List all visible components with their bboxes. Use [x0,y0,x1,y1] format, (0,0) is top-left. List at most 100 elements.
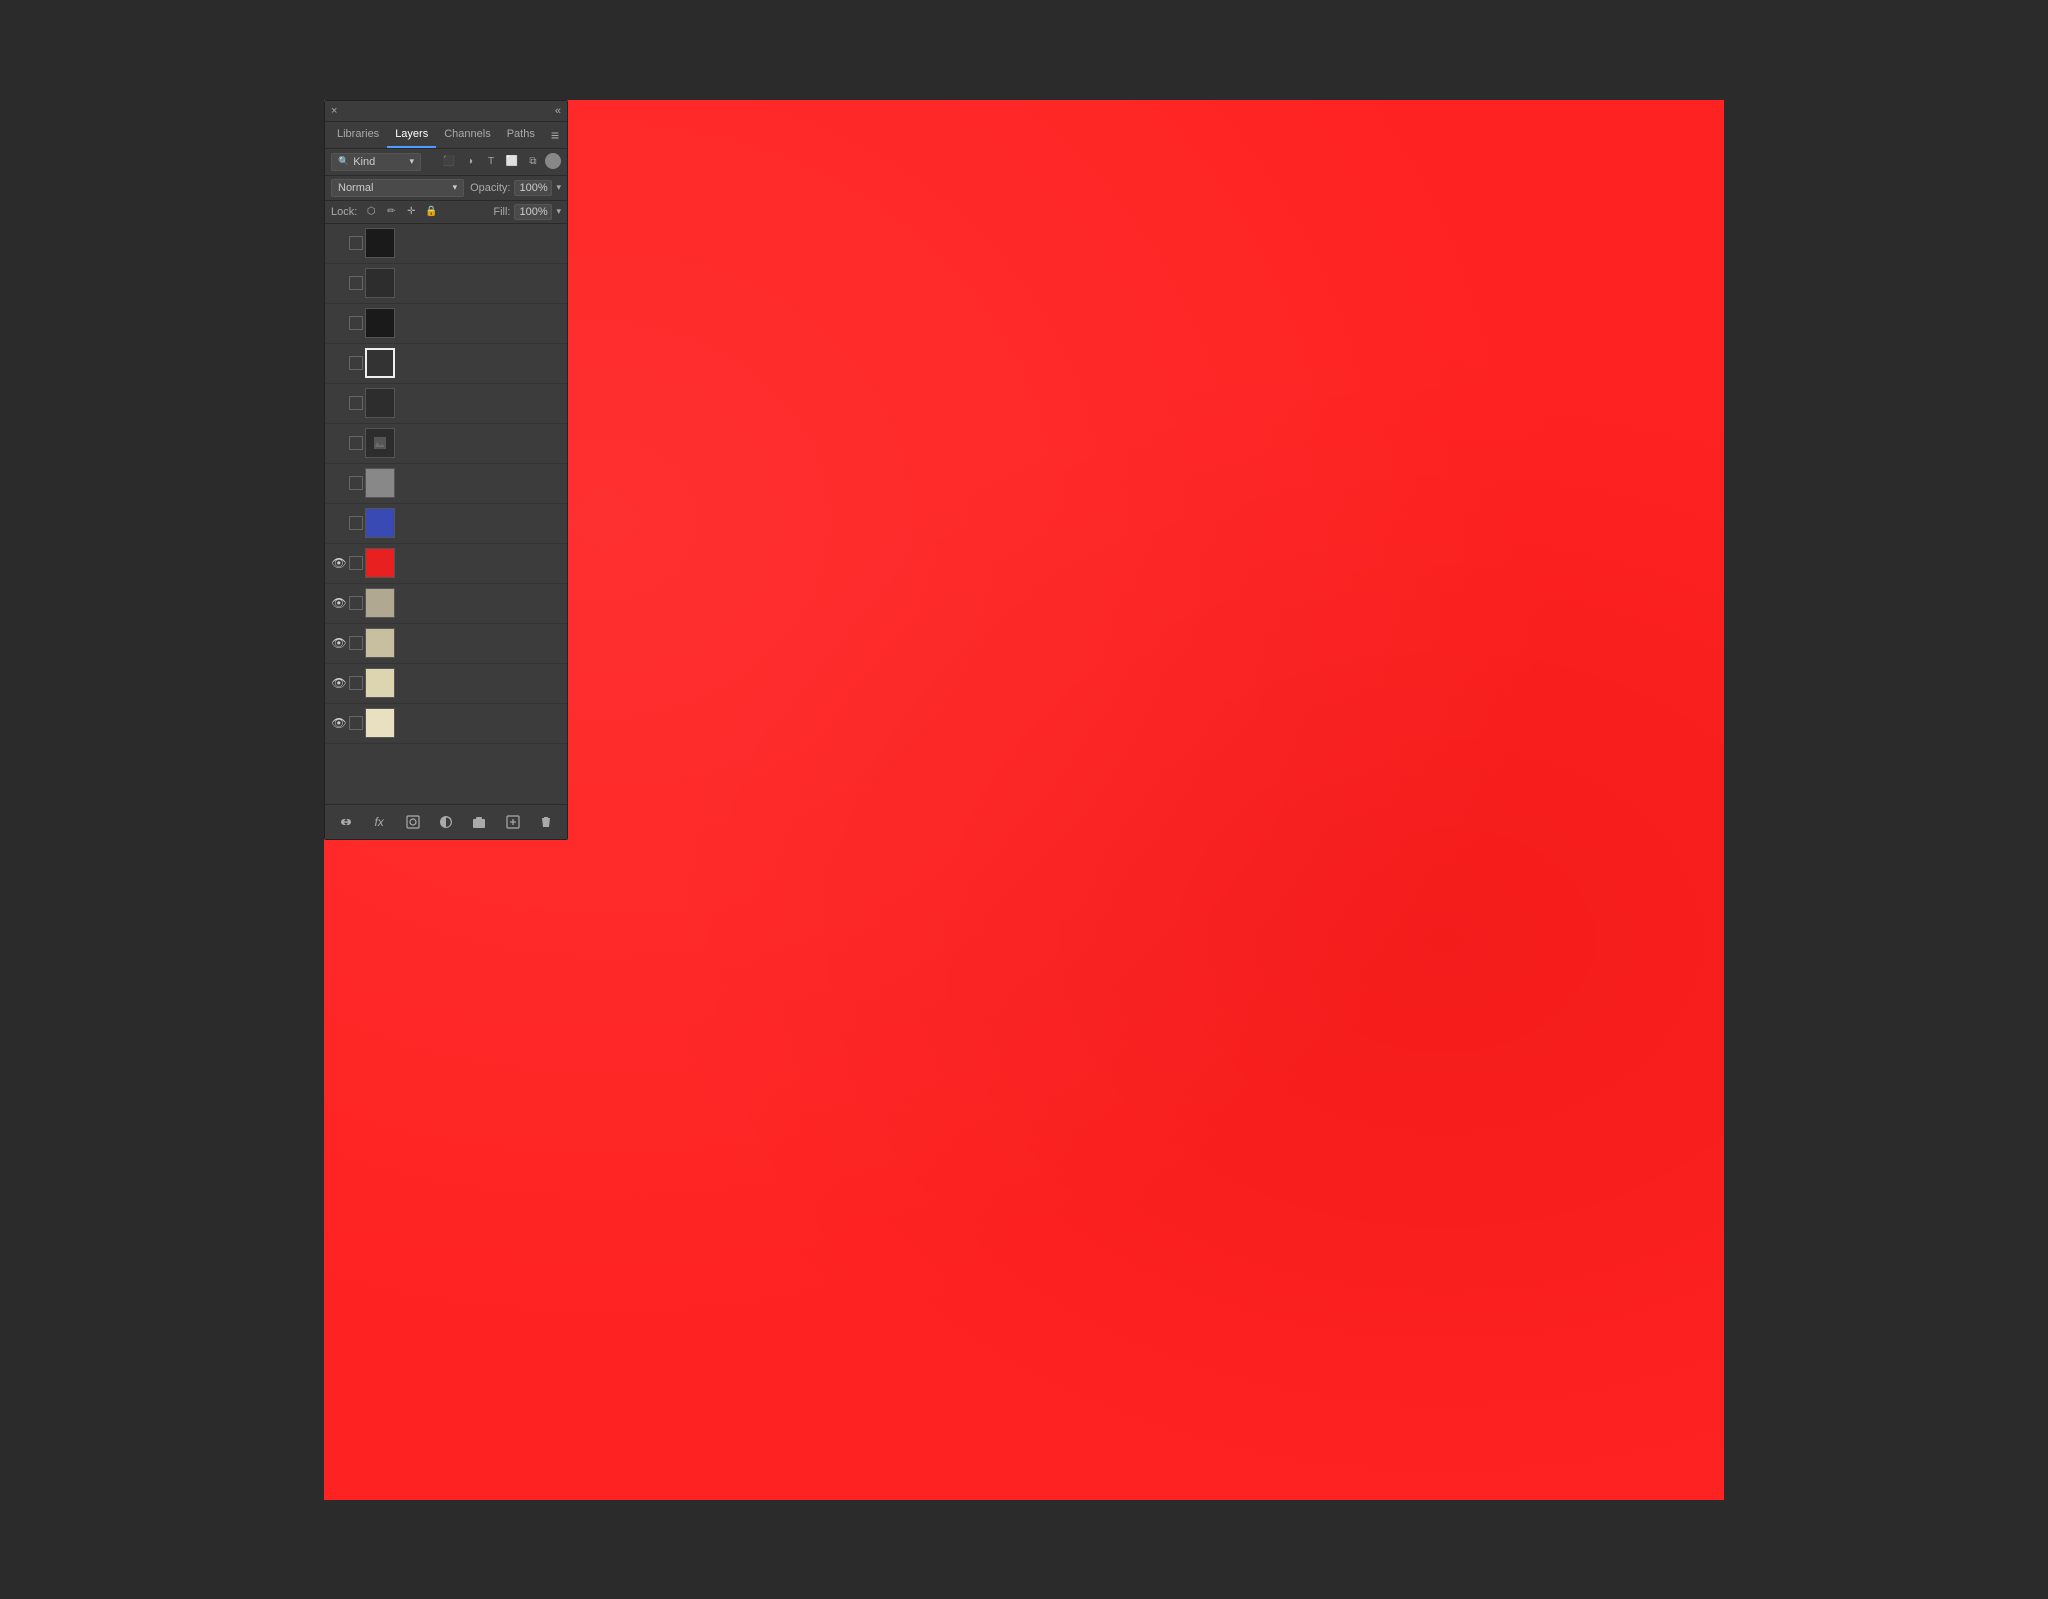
lock-label: Lock: [331,206,357,218]
layer-thumbnail [365,668,395,698]
layer-checkbox[interactable] [349,476,363,490]
panel-collapse-button[interactable]: « [555,105,561,117]
panel-close-button[interactable]: × [331,105,337,117]
layer-visibility-toggle[interactable]: 👁 [329,713,349,733]
layer-thumbnail [365,428,395,458]
layer-thumbnail [365,708,395,738]
layer-checkbox[interactable] [349,556,363,570]
tab-libraries[interactable]: Libraries [329,122,387,148]
layer-checkbox[interactable] [349,276,363,290]
layer-thumbnail [365,548,395,578]
opacity-chevron: ▾ [556,182,561,193]
layer-visibility-toggle[interactable]: 👁 [329,593,349,613]
layer-row[interactable] [325,224,567,264]
layer-checkbox[interactable] [349,236,363,250]
lock-row: Lock: ⬡ ✏ ✛ 🔒 Fill: 100% ▾ [325,201,567,224]
layer-row[interactable] [325,504,567,544]
kind-filter-select[interactable]: 🔍 Kind ▾ [331,153,421,171]
filter-row: 🔍 Kind ▾ ⬛ ◑ T ⬜ ⧉ [325,149,567,176]
layer-visibility-toggle[interactable] [329,513,349,533]
layer-thumbnail [365,388,395,418]
filter-shape-icon[interactable]: ⬜ [503,153,521,171]
fill-chevron: ▾ [556,206,561,217]
layer-row[interactable] [325,304,567,344]
fill-label: Fill: [493,206,510,218]
layer-visibility-toggle[interactable] [329,313,349,333]
panel-menu-button[interactable]: ≡ [547,123,563,147]
blend-opacity-row: Normal ▾ Opacity: 100% ▾ [325,176,567,201]
layer-row[interactable]: 👁 [325,664,567,704]
lock-all-icon[interactable]: 🔒 [423,204,439,220]
lock-paint-icon[interactable]: ✏ [383,204,399,220]
delete-layer-icon[interactable] [535,811,557,833]
tab-paths[interactable]: Paths [499,122,543,148]
lock-pixels-icon[interactable]: ⬡ [363,204,379,220]
add-mask-icon[interactable] [402,811,424,833]
new-adjustment-icon[interactable] [435,811,457,833]
layer-visibility-toggle[interactable]: 👁 [329,633,349,653]
panel-footer: fx [325,804,567,839]
layer-thumbnail [365,268,395,298]
layer-visibility-toggle[interactable] [329,273,349,293]
filter-smart-icon[interactable]: ⧉ [524,153,542,171]
opacity-row: Opacity: 100% ▾ [470,180,561,196]
layer-row[interactable] [325,464,567,504]
filter-adjustment-icon[interactable]: ◑ [461,153,479,171]
opacity-input[interactable]: 100% [514,180,552,196]
fill-input[interactable]: 100% [514,204,552,220]
layer-visibility-toggle[interactable] [329,433,349,453]
layer-row[interactable]: 👁 [325,704,567,744]
filter-image-icon[interactable]: ⬛ [440,153,458,171]
filter-type-icon[interactable]: T [482,153,500,171]
layer-visibility-toggle[interactable] [329,393,349,413]
tab-channels[interactable]: Channels [436,122,498,148]
layer-visibility-toggle[interactable]: 👁 [329,673,349,693]
layer-visibility-toggle[interactable] [329,473,349,493]
filter-icons: ⬛ ◑ T ⬜ ⧉ [440,153,561,171]
layers-list: 👁 👁 👁 👁 [325,224,567,804]
layer-row[interactable] [325,344,567,384]
layer-thumbnail [365,588,395,618]
panel-tabs: Libraries Layers Channels Paths ≡ [325,122,567,149]
layer-checkbox[interactable] [349,716,363,730]
layer-row[interactable]: 👁 [325,544,567,584]
layer-checkbox[interactable] [349,516,363,530]
filter-toggle-icon[interactable] [545,153,561,169]
layer-row[interactable] [325,384,567,424]
new-layer-icon[interactable] [502,811,524,833]
tab-layers[interactable]: Layers [387,122,436,148]
panel-titlebar: × « [325,101,567,122]
kind-filter-chevron: ▾ [409,156,414,167]
layer-visibility-toggle[interactable]: 👁 [329,553,349,573]
blend-mode-chevron: ▾ [453,182,458,193]
fx-icon[interactable]: fx [368,811,390,833]
blend-mode-value: Normal [338,182,373,194]
layer-checkbox[interactable] [349,676,363,690]
layer-visibility-toggle[interactable] [329,353,349,373]
blend-mode-select[interactable]: Normal ▾ [331,179,464,197]
layer-checkbox[interactable] [349,356,363,370]
layer-thumbnail [365,348,395,378]
layer-checkbox[interactable] [349,596,363,610]
lock-icons: ⬡ ✏ ✛ 🔒 [363,204,439,220]
layer-row[interactable]: 👁 [325,624,567,664]
layer-checkbox[interactable] [349,636,363,650]
fill-row: Fill: 100% ▾ [493,204,561,220]
canvas-area: × « Libraries Layers Channels Paths ≡ 🔍 … [324,100,1724,1500]
layer-row[interactable] [325,424,567,464]
search-icon: 🔍 [338,156,349,167]
new-group-icon[interactable] [468,811,490,833]
layer-thumbnail [365,508,395,538]
layer-checkbox[interactable] [349,396,363,410]
layer-row[interactable]: 👁 [325,584,567,624]
layer-thumbnail [365,308,395,338]
kind-filter-label: Kind [353,156,375,168]
layer-row[interactable] [325,264,567,304]
link-layers-icon[interactable] [335,811,357,833]
layer-checkbox[interactable] [349,316,363,330]
layer-thumbnail [365,228,395,258]
lock-position-icon[interactable]: ✛ [403,204,419,220]
layer-checkbox[interactable] [349,436,363,450]
layers-panel: × « Libraries Layers Channels Paths ≡ 🔍 … [324,100,568,840]
layer-visibility-toggle[interactable] [329,233,349,253]
